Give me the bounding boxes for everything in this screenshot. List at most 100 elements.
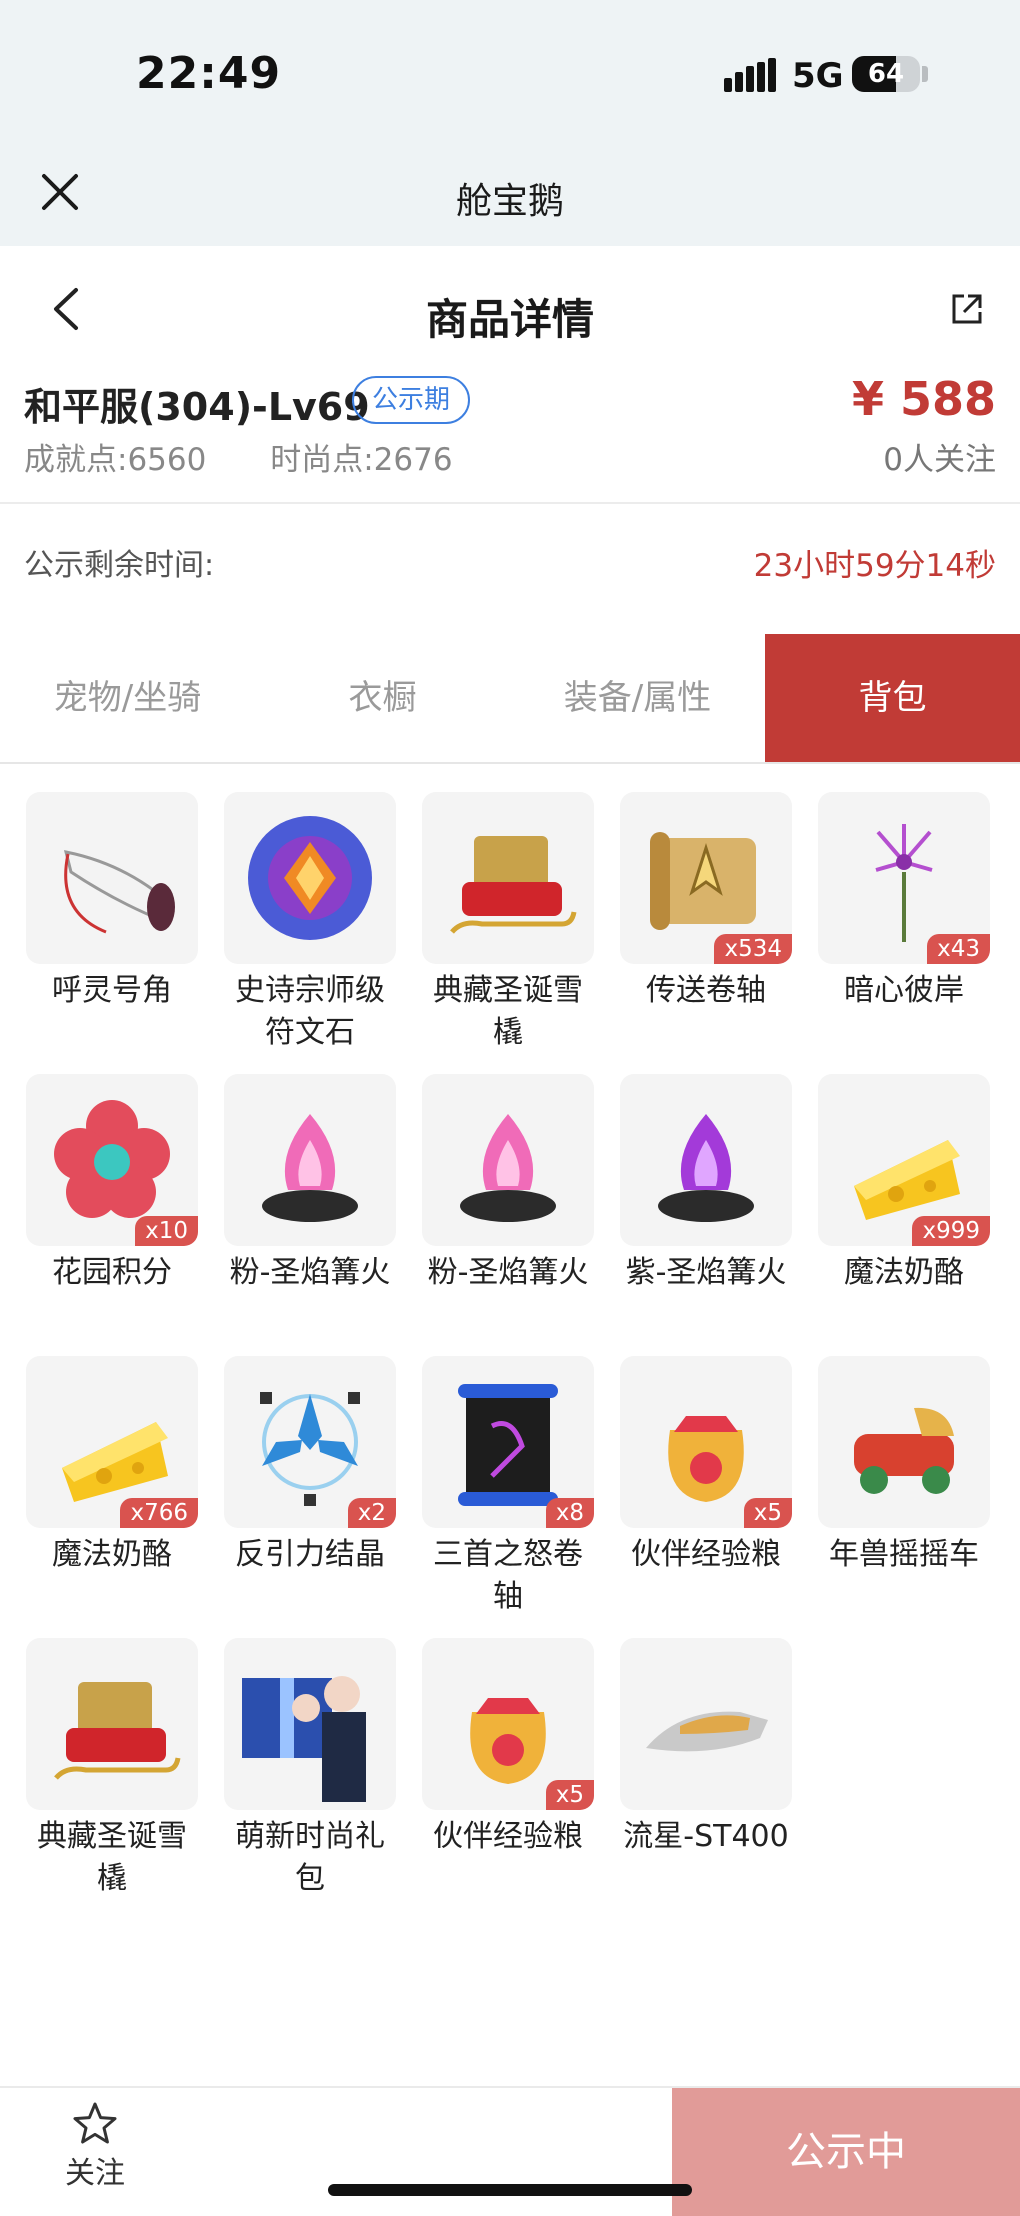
- share-icon[interactable]: [950, 292, 984, 326]
- inventory-item[interactable]: 呼灵号角: [26, 792, 198, 1012]
- inventory-item[interactable]: 萌新时尚礼包: [224, 1638, 396, 1900]
- divider: [0, 502, 1020, 504]
- status-button[interactable]: 公示中: [672, 2088, 1020, 2216]
- item-label: 粉-圣焰篝火: [427, 1255, 589, 1290]
- item-label: 典藏圣诞雪橇: [37, 1819, 187, 1896]
- achievement-points: 成就点:6560: [24, 442, 207, 478]
- quantity-badge: x8: [545, 1498, 594, 1528]
- item-label: 呼灵号角: [52, 973, 172, 1008]
- inventory-item[interactable]: 流星-ST400: [620, 1638, 792, 1858]
- inventory-item[interactable]: 史诗宗师级符文石: [224, 792, 396, 1054]
- inventory-item[interactable]: x5 伙伴经验粮: [422, 1638, 594, 1858]
- status-badge: 公示期: [352, 376, 471, 424]
- beast-cart-icon: [854, 1407, 954, 1494]
- item-label: 魔法奶酪: [844, 1255, 964, 1290]
- item-label: 萌新时尚礼包: [235, 1819, 385, 1896]
- pink-bonfire-icon: [262, 1114, 358, 1222]
- item-label: 传送卷轴: [646, 973, 766, 1008]
- product-stats: 成就点:6560 时尚点:2676: [24, 434, 453, 479]
- gift-pack-icon: [242, 1676, 366, 1802]
- inventory-item[interactable]: x43 暗心彼岸: [818, 792, 990, 1012]
- item-thumbnail: x5: [620, 1356, 792, 1528]
- inventory-item[interactable]: x2 反引力结晶: [224, 1356, 396, 1576]
- purple-bonfire-icon: [658, 1114, 754, 1222]
- item-thumbnail: x8: [422, 1356, 594, 1528]
- inventory-item[interactable]: x766 魔法奶酪: [26, 1356, 198, 1576]
- follower-count: 0人关注: [883, 442, 996, 478]
- item-thumbnail: [620, 1074, 792, 1246]
- tab-equipment[interactable]: 装备/属性: [510, 634, 765, 762]
- inventory-item[interactable]: 粉-圣焰篝火: [224, 1074, 396, 1294]
- horn-icon: [63, 850, 175, 934]
- quantity-badge: x5: [743, 1498, 792, 1528]
- status-time: 22:49: [136, 48, 282, 99]
- tab-backpack[interactable]: 背包: [765, 634, 1020, 762]
- item-label: 伙伴经验粮: [433, 1819, 583, 1854]
- inventory-item[interactable]: x10 花园积分: [26, 1074, 198, 1294]
- battery-tip: [922, 66, 928, 82]
- item-thumbnail: x2: [224, 1356, 396, 1528]
- follow-button[interactable]: 关注: [40, 2100, 150, 2200]
- item-thumbnail: [26, 1638, 198, 1810]
- follow-label: 关注: [65, 2156, 125, 2191]
- quantity-badge: x2: [347, 1498, 396, 1528]
- quantity-badge: x43: [927, 934, 990, 964]
- quantity-badge: x10: [135, 1216, 198, 1246]
- remaining-time-value: 23小时59分14秒: [753, 548, 996, 584]
- item-thumbnail: [422, 1074, 594, 1246]
- item-thumbnail: [224, 792, 396, 964]
- rune-stone-icon: [248, 816, 372, 940]
- item-thumbnail: [26, 792, 198, 964]
- item-label: 粉-圣焰篝火: [229, 1255, 391, 1290]
- item-thumbnail: x43: [818, 792, 990, 964]
- product-name: 和平服(304)-Lv69: [24, 385, 370, 429]
- item-label: 魔法奶酪: [52, 1537, 172, 1572]
- app-title: 舱宝鹅: [455, 181, 564, 222]
- inventory-item[interactable]: 紫-圣焰篝火: [620, 1074, 792, 1294]
- inventory-item[interactable]: 典藏圣诞雪橇: [422, 792, 594, 1054]
- battery-icon: 64: [852, 56, 920, 92]
- network-type: 5G: [792, 56, 844, 96]
- fashion-points: 时尚点:2676: [270, 442, 453, 478]
- inventory-item[interactable]: 粉-圣焰篝火: [422, 1074, 594, 1294]
- tab-pets-mounts[interactable]: 宠物/坐骑: [0, 634, 255, 762]
- battery-level: 64: [867, 59, 905, 89]
- item-thumbnail: x999: [818, 1074, 990, 1246]
- hovercraft-icon: [646, 1711, 768, 1752]
- remaining-time-label: 公示剩余时间:: [24, 548, 215, 583]
- item-label: 典藏圣诞雪橇: [433, 973, 583, 1050]
- item-thumbnail: x766: [26, 1356, 198, 1528]
- quantity-badge: x999: [912, 1216, 990, 1246]
- item-thumbnail: [224, 1638, 396, 1810]
- item-thumbnail: x5: [422, 1638, 594, 1810]
- page-title: 商品详情: [425, 295, 594, 344]
- inventory-item[interactable]: x8 三首之怒卷轴: [422, 1356, 594, 1618]
- inventory-item[interactable]: x5 伙伴经验粮: [620, 1356, 792, 1576]
- quantity-badge: x766: [120, 1498, 198, 1528]
- tab-wardrobe[interactable]: 衣橱: [255, 634, 510, 762]
- inventory-item[interactable]: x999 魔法奶酪: [818, 1074, 990, 1294]
- sleigh-icon: [54, 1682, 181, 1780]
- item-thumbnail: [422, 792, 594, 964]
- star-icon: [73, 2102, 117, 2144]
- tab-bar: 宠物/坐骑 衣橱 装备/属性 背包: [0, 634, 1020, 764]
- item-label: 暗心彼岸: [844, 973, 964, 1008]
- quantity-badge: x5: [545, 1780, 594, 1810]
- sleigh-icon: [450, 836, 577, 934]
- item-label: 伙伴经验粮: [631, 1537, 781, 1572]
- item-label: 反引力结晶: [235, 1537, 385, 1572]
- inventory-item[interactable]: 典藏圣诞雪橇: [26, 1638, 198, 1900]
- item-label: 年兽摇摇车: [829, 1537, 979, 1572]
- inventory-item[interactable]: x534 传送卷轴: [620, 792, 792, 1012]
- inventory-item[interactable]: 年兽摇摇车: [818, 1356, 990, 1576]
- price: ¥ 588: [851, 372, 996, 426]
- item-label: 三首之怒卷轴: [433, 1537, 583, 1614]
- item-thumbnail: [224, 1074, 396, 1246]
- item-label: 流星-ST400: [623, 1819, 789, 1854]
- item-label: 紫-圣焰篝火: [625, 1255, 787, 1290]
- quantity-badge: x534: [714, 934, 792, 964]
- item-thumbnail: x534: [620, 792, 792, 964]
- item-thumbnail: x10: [26, 1074, 198, 1246]
- item-label: 花园积分: [52, 1255, 172, 1290]
- home-indicator: [328, 2184, 692, 2196]
